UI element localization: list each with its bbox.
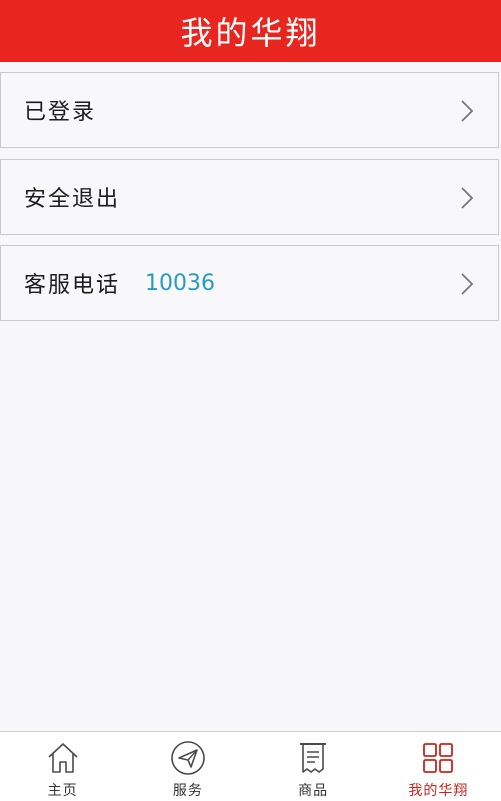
tab-products[interactable]: 商品 [251, 732, 376, 801]
tab-my-huaxiang[interactable]: 我的华翔 [376, 732, 501, 801]
send-icon [171, 741, 205, 775]
grid-icon [423, 743, 454, 773]
page-title: 我的华翔 [180, 14, 321, 52]
bottom-tab-bar: 主页 服务 商品 我的华翔 [0, 731, 501, 801]
tab-home[interactable]: 主页 [0, 732, 125, 801]
home-icon [48, 743, 78, 773]
menu-item-label: 安全退出 [24, 187, 121, 212]
tab-label: 主页 [47, 783, 78, 799]
menu-item-label: 已登录 [24, 100, 97, 125]
menu-item-label: 客服电话 [24, 273, 121, 298]
tab-label: 商品 [298, 783, 329, 799]
tab-label: 我的华翔 [408, 783, 469, 799]
tab-label: 服务 [172, 783, 203, 799]
menu-item-logged-in[interactable]: 已登录 [0, 72, 499, 148]
menu-item-logout[interactable]: 安全退出 [0, 159, 499, 235]
header-bar: 我的华翔 [0, 0, 501, 62]
customer-service-phone[interactable]: 10036 [145, 271, 215, 296]
chevron-right-icon [461, 187, 474, 209]
receipt-icon [300, 743, 327, 773]
chevron-right-icon [461, 273, 474, 295]
menu-item-customer-service[interactable]: 客服电话 10036 [0, 245, 499, 321]
chevron-right-icon [461, 100, 474, 122]
tab-service[interactable]: 服务 [125, 732, 250, 801]
